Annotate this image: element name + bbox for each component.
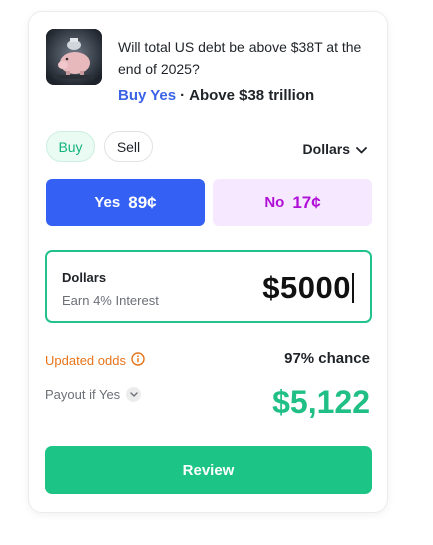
currency-dropdown[interactable]: Dollars <box>303 141 367 157</box>
text-caret <box>352 273 354 303</box>
market-image <box>46 29 102 85</box>
selected-outcome: Buy Yes · Above $38 trillion <box>118 87 314 104</box>
outcome-label: Above $38 trillion <box>189 87 315 104</box>
selected-side: Buy Yes <box>118 87 177 104</box>
no-price: 17¢ <box>292 192 321 212</box>
review-button[interactable]: Review <box>45 446 372 494</box>
trade-card: Will total US debt be above $38T at the … <box>28 11 388 513</box>
payout-label: Payout if Yes <box>45 387 121 402</box>
tab-buy[interactable]: Buy <box>46 131 95 162</box>
yes-label: Yes <box>94 194 121 211</box>
currency-selected: Dollars <box>302 141 350 157</box>
updated-odds: Updated odds <box>45 352 145 369</box>
tab-sell[interactable]: Sell <box>104 131 153 162</box>
interest-note: Earn 4% Interest <box>62 293 159 308</box>
yes-price: 89¢ <box>128 192 157 212</box>
odds-value: 97% chance <box>284 350 370 367</box>
odds-label: Updated odds <box>45 353 126 368</box>
amount-input[interactable]: Dollars Earn 4% Interest $5000 <box>45 250 372 323</box>
payout-row: Payout if Yes <box>45 387 142 402</box>
amount-text: $5000 <box>262 270 351 305</box>
info-circle-icon[interactable] <box>131 352 145 369</box>
yes-button[interactable]: Yes 89¢ <box>46 179 205 226</box>
outcome-separator: · <box>180 87 186 104</box>
payout-value: $5,122 <box>272 384 370 420</box>
amount-currency-label: Dollars <box>62 270 107 285</box>
no-label: No <box>264 194 285 211</box>
market-question: Will total US debt be above $38T at the … <box>118 39 362 77</box>
amount-value[interactable]: $5000 <box>262 270 354 306</box>
chevron-down-icon[interactable] <box>126 387 142 402</box>
no-button[interactable]: No 17¢ <box>213 179 372 226</box>
chevron-down-icon <box>356 141 367 157</box>
